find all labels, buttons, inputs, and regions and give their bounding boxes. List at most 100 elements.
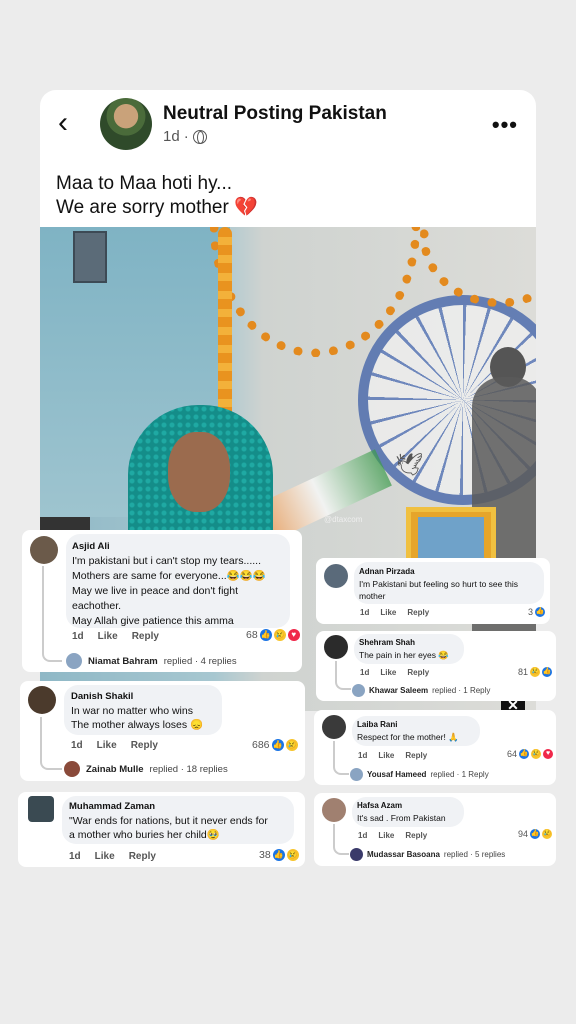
like-button[interactable]: Like: [378, 831, 394, 840]
comment-text-line: I'm pakistani but i can't stop my tears.…: [72, 555, 261, 567]
reply-thread-line: [335, 661, 351, 690]
comment-actions: 1d Like Reply: [72, 631, 159, 642]
reply-button[interactable]: Reply: [405, 831, 427, 840]
comment-text-line: May we live in peace and don't fight: [72, 585, 239, 597]
sad-reaction-icon: 😢: [531, 749, 542, 759]
reaction-summary[interactable]: 686 👍 😢: [252, 739, 298, 751]
avatar[interactable]: [322, 798, 346, 822]
like-button[interactable]: Like: [380, 668, 396, 677]
reaction-summary[interactable]: 81 😢 👍: [518, 667, 553, 677]
reply-button[interactable]: Reply: [132, 631, 159, 642]
like-button[interactable]: Like: [95, 851, 115, 862]
bird-icon: 🕊: [395, 452, 423, 477]
comment-actions: 1d Like Reply: [360, 668, 429, 677]
reply-count: replied · 4 replies: [163, 655, 237, 667]
page-name[interactable]: Neutral Posting Pakistan: [163, 103, 387, 125]
reply-button[interactable]: Reply: [131, 740, 158, 751]
like-button[interactable]: Like: [98, 631, 118, 642]
avatar[interactable]: [28, 686, 56, 714]
comment-time: 1d: [71, 740, 83, 751]
back-icon[interactable]: ‹: [58, 108, 82, 138]
comment-actions: 1d Like Reply: [71, 740, 158, 751]
comment-author[interactable]: Adnan Pirzada: [359, 566, 539, 578]
comment-bubble: Asjid Ali I'm pakistani but i can't stop…: [66, 534, 290, 628]
like-reaction-icon: 👍: [542, 667, 553, 677]
comment-bubble: Adnan Pirzada I'm Pakistani but feeling …: [354, 562, 544, 604]
comment-actions: 1d Like Reply: [358, 831, 427, 840]
comment-bubble: Hafsa Azam It's sad . From Pakistan: [352, 797, 464, 827]
reply-button[interactable]: Reply: [407, 608, 429, 617]
comment-author[interactable]: Asjid Ali: [72, 539, 284, 554]
page-avatar[interactable]: [100, 98, 152, 150]
comment-text-line: In war no matter who wins: [71, 705, 193, 717]
like-reaction-icon: 👍: [530, 829, 541, 839]
avatar[interactable]: [30, 536, 58, 564]
avatar[interactable]: [324, 564, 348, 588]
comment-time: 1d: [360, 608, 370, 617]
reaction-count: 3: [528, 607, 534, 617]
comment-text-line: "War ends for nations, but it never ends…: [69, 815, 268, 827]
comment-card: Hafsa Azam It's sad . From Pakistan 1d L…: [314, 793, 556, 866]
sad-reaction-icon: 😢: [273, 629, 286, 641]
avatar[interactable]: [324, 635, 348, 659]
reply-summary[interactable]: Yousaf Hameed replied · 1 Reply: [350, 768, 489, 781]
reply-author[interactable]: Khawar Saleem: [369, 686, 428, 695]
like-reaction-icon: 👍: [519, 749, 530, 759]
reply-author[interactable]: Mudassar Basoana: [367, 850, 440, 859]
avatar[interactable]: [28, 796, 54, 822]
reply-summary[interactable]: Niamat Bahram replied · 4 replies: [66, 653, 237, 669]
comment-time: 1d: [69, 851, 81, 862]
reply-author[interactable]: Yousaf Hameed: [367, 770, 426, 779]
comment-actions: 1d Like Reply: [358, 751, 427, 760]
globe-icon: [192, 129, 207, 144]
comment-time: 1d: [358, 751, 368, 760]
reply-button[interactable]: Reply: [129, 851, 156, 862]
comment-time: 1d: [72, 631, 84, 642]
comment-bubble: Shehram Shah The pain in her eyes 😂: [354, 634, 464, 664]
comment-author[interactable]: Laiba Rani: [357, 719, 475, 731]
reply-button[interactable]: Reply: [407, 668, 429, 677]
comment-text-line: May Allah give patience this amma: [72, 615, 234, 627]
reply-count: replied · 1 Reply: [430, 770, 489, 779]
comment-author[interactable]: Danish Shakil: [71, 690, 215, 704]
video-wall-frame: [73, 231, 107, 283]
like-button[interactable]: Like: [378, 751, 394, 760]
reaction-summary[interactable]: 94 👍 😢: [518, 829, 553, 839]
reply-thread-line: [333, 824, 349, 855]
comment-card: Shehram Shah The pain in her eyes 😂 1d L…: [316, 631, 556, 701]
reaction-summary[interactable]: 3 👍: [528, 607, 546, 617]
comment-text-line: eachother.: [72, 600, 122, 612]
reaction-summary[interactable]: 68 👍 😢 ♥: [246, 629, 300, 641]
comment-author[interactable]: Shehram Shah: [359, 637, 459, 649]
marigold-garland-right: [420, 227, 536, 307]
reply-summary[interactable]: Zainab Mulle replied · 18 replies: [64, 761, 228, 777]
avatar[interactable]: [322, 715, 346, 739]
reply-author[interactable]: Zainab Mulle: [86, 764, 144, 775]
avatar: [64, 761, 80, 777]
broken-heart-icon: 💔: [234, 197, 258, 218]
reply-summary[interactable]: Khawar Saleem replied · 1 Reply: [352, 684, 490, 697]
more-icon[interactable]: •••: [492, 112, 518, 138]
reply-author[interactable]: Niamat Bahram: [88, 656, 158, 667]
comment-card: Asjid Ali I'm pakistani but i can't stop…: [22, 530, 302, 672]
like-button[interactable]: Like: [380, 608, 396, 617]
like-reaction-icon: 👍: [535, 607, 546, 617]
comment-author[interactable]: Muhammad Zaman: [69, 800, 287, 814]
comment-text-line: a mother who buries her child🥹: [69, 829, 220, 841]
comment-actions: 1d Like Reply: [69, 851, 156, 862]
reply-button[interactable]: Reply: [405, 751, 427, 760]
reply-summary[interactable]: Mudassar Basoana replied · 5 replies: [350, 848, 505, 861]
like-button[interactable]: Like: [97, 740, 117, 751]
comment-time: 1d: [358, 831, 368, 840]
love-reaction-icon: ♥: [543, 749, 554, 759]
reaction-summary[interactable]: 38 👍 😢: [259, 849, 299, 861]
comment-author[interactable]: Hafsa Azam: [357, 800, 459, 812]
reply-count: replied · 1 Reply: [432, 686, 491, 695]
avatar: [350, 768, 363, 781]
comment-time: 1d: [360, 668, 370, 677]
comment-actions: 1d Like Reply: [360, 608, 429, 617]
comment-bubble: Laiba Rani Respect for the mother! 🙏: [352, 716, 480, 746]
post-time: 1d: [163, 128, 180, 145]
reaction-summary[interactable]: 64 👍 😢 ♥: [507, 749, 554, 759]
reply-count: replied · 5 replies: [443, 850, 506, 859]
